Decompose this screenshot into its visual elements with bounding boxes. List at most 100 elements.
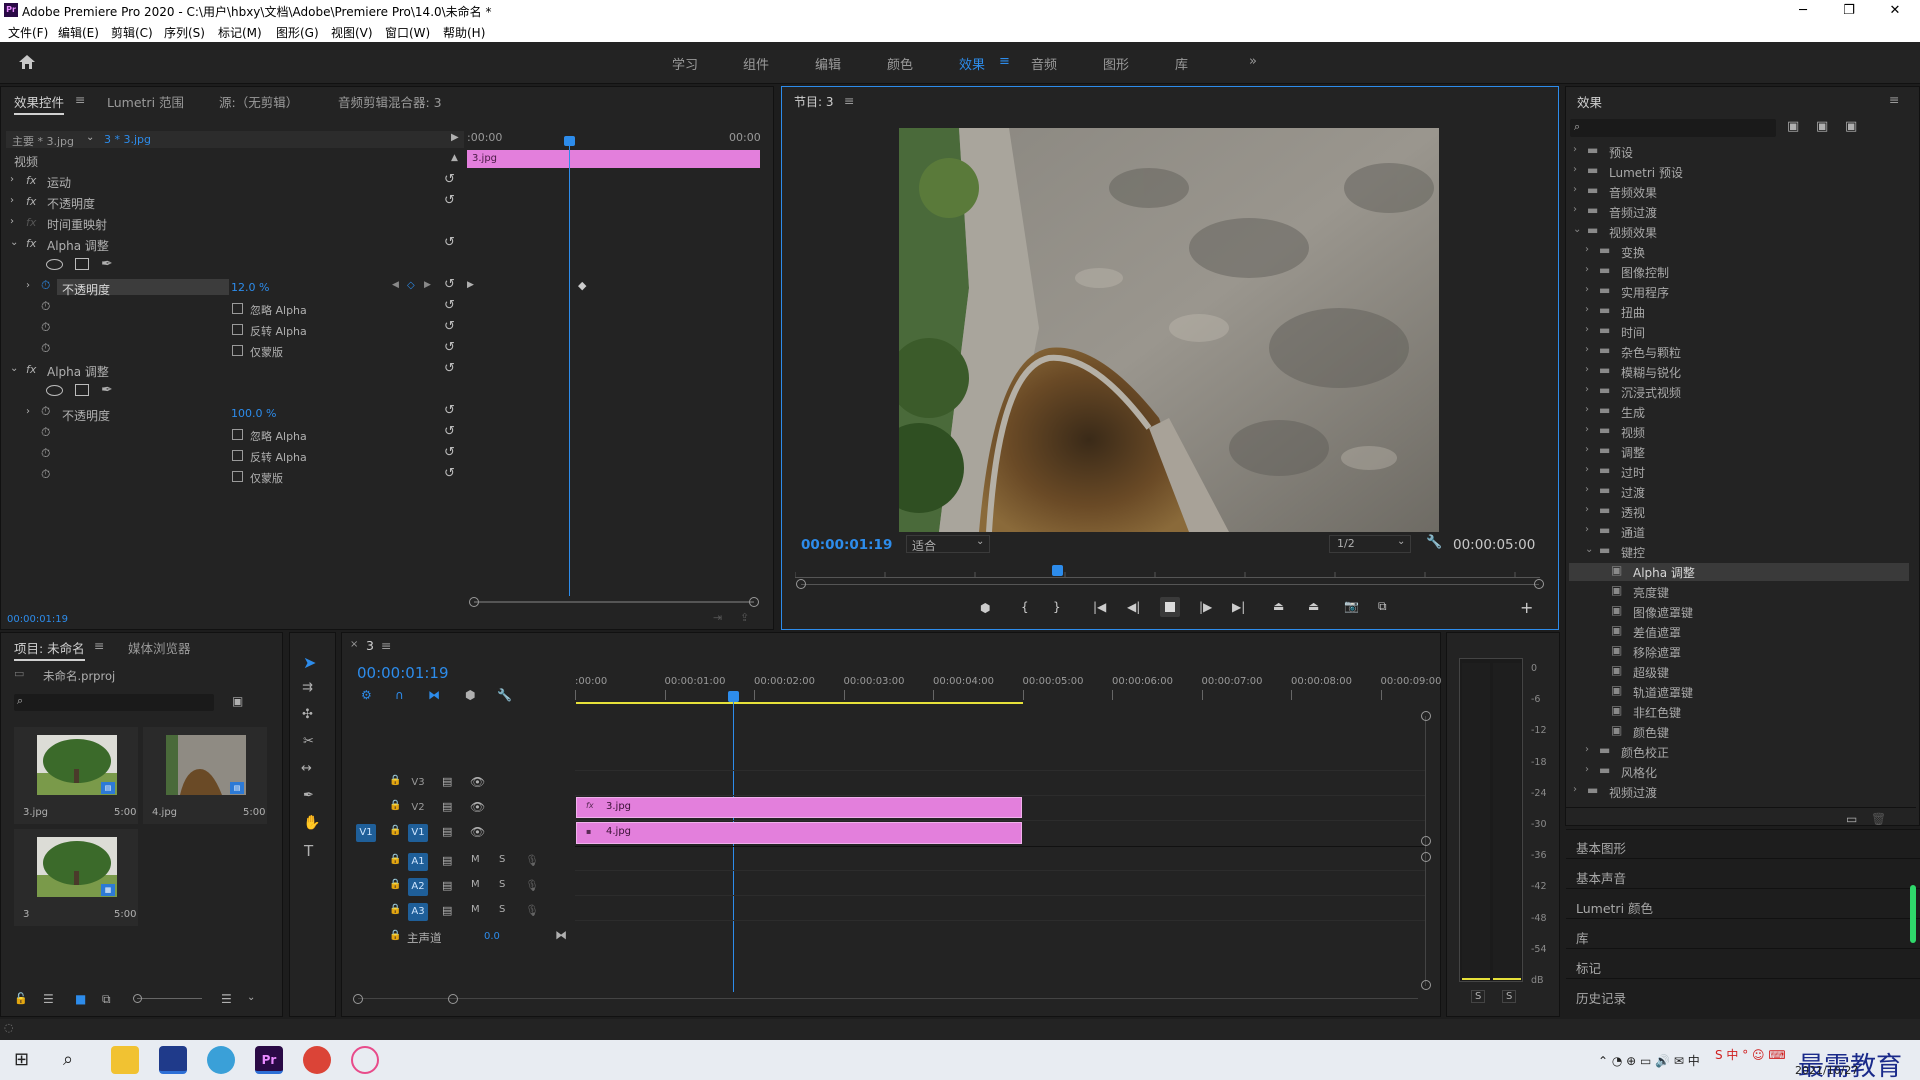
track-target-v2[interactable]: V2 bbox=[408, 799, 428, 817]
reset-icon[interactable]: ↺ bbox=[444, 446, 458, 460]
chevron-right-icon[interactable]: › bbox=[1585, 384, 1589, 395]
ec-clip-bar[interactable] bbox=[467, 150, 760, 168]
chevron-right-icon[interactable]: › bbox=[1585, 304, 1589, 315]
add-button-icon[interactable]: + bbox=[1520, 598, 1533, 617]
history-panel[interactable]: 历史记录 bbox=[1576, 988, 1626, 1007]
mask-only-checkbox[interactable] bbox=[232, 345, 243, 356]
chevron-right-icon[interactable]: › bbox=[1585, 404, 1589, 415]
nest-icon[interactable]: ⚙ bbox=[361, 688, 372, 702]
sort-icon[interactable]: ☰ bbox=[221, 992, 232, 1006]
opacity-1-value[interactable]: 12.0 % bbox=[231, 281, 269, 294]
stopwatch-icon[interactable]: ⏱ bbox=[41, 467, 50, 482]
chevron-right-icon[interactable]: › bbox=[1585, 444, 1589, 455]
browser-edge-icon[interactable] bbox=[207, 1046, 235, 1074]
chevron-right-icon[interactable]: › bbox=[1585, 504, 1589, 515]
solo-right-button[interactable]: S bbox=[1502, 990, 1517, 1003]
invert-alpha-2-checkbox[interactable] bbox=[232, 450, 243, 461]
ec-zoom-handle-left[interactable] bbox=[469, 597, 479, 607]
windows-start-icon[interactable]: ⊞ bbox=[14, 1049, 29, 1070]
stopwatch-icon[interactable]: ⏱ bbox=[41, 299, 50, 314]
linked-selection-icon[interactable]: ⧓ bbox=[428, 688, 440, 702]
collapse-icon[interactable]: ▲ bbox=[451, 153, 458, 163]
minimize-button[interactable]: ─ bbox=[1780, 0, 1826, 22]
lumetri-color-panel[interactable]: Lumetri 颜色 bbox=[1576, 898, 1653, 917]
new-bin-icon[interactable]: ▭ bbox=[1846, 812, 1857, 826]
dropdown-arrow-icon[interactable]: ⌄ bbox=[86, 132, 94, 143]
yuv-effects-icon[interactable]: ▣ bbox=[1845, 119, 1857, 134]
workspace-color[interactable]: 颜色 bbox=[887, 54, 913, 73]
track-eye-icon[interactable]: 👁 bbox=[470, 800, 485, 814]
ellipse-mask-icon[interactable] bbox=[46, 259, 63, 270]
collapse-alpha2-icon[interactable]: ⌄ bbox=[10, 363, 18, 374]
razor-tool-icon[interactable]: ✂ bbox=[303, 734, 314, 749]
chevron-down-icon[interactable]: ⌄ bbox=[247, 992, 255, 1003]
reset-motion-icon[interactable]: ↺ bbox=[444, 173, 458, 187]
workspace-editing[interactable]: 编辑 bbox=[815, 54, 841, 73]
effect-tree-item[interactable]: › ▬ 过时 bbox=[1569, 463, 1909, 481]
accelerated-effects-icon[interactable]: ▣ bbox=[1787, 119, 1799, 134]
workspace-assembly[interactable]: 组件 bbox=[743, 54, 769, 73]
mask-only-2-checkbox[interactable] bbox=[232, 471, 243, 482]
stopwatch-icon[interactable]: ⏱ bbox=[41, 341, 50, 356]
effect-tree-item[interactable]: › ▬ 过渡 bbox=[1569, 483, 1909, 501]
program-zoom-right[interactable] bbox=[1534, 579, 1544, 589]
opacity-2-value[interactable]: 100.0 % bbox=[231, 407, 276, 420]
selection-tool-icon[interactable]: ➤ bbox=[303, 653, 316, 672]
workspace-libraries[interactable]: 库 bbox=[1175, 54, 1188, 73]
rect-mask-icon[interactable] bbox=[75, 384, 89, 396]
reset-ignore-alpha-icon[interactable]: ↺ bbox=[444, 299, 458, 313]
snap-icon[interactable]: ∩ bbox=[395, 688, 404, 702]
menu-marker[interactable]: 标记(M) bbox=[218, 24, 262, 41]
keyframe-diamond[interactable]: ◆ bbox=[578, 279, 586, 292]
reset-icon[interactable]: ↺ bbox=[444, 425, 458, 439]
libraries-panel[interactable]: 库 bbox=[1576, 928, 1589, 947]
track-eye-icon[interactable]: 👁 bbox=[470, 775, 485, 789]
sync-lock-icon[interactable]: ▤ bbox=[442, 854, 452, 867]
icon-view-icon[interactable]: ■ bbox=[75, 992, 86, 1006]
reset-alpha2-icon[interactable]: ↺ bbox=[444, 362, 458, 376]
project-item[interactable]: ▤ 4.jpg 5:00 bbox=[143, 727, 267, 824]
voiceover-mic-icon[interactable]: 🎙 bbox=[525, 854, 539, 867]
comparison-view-icon[interactable]: ⧉ bbox=[1378, 599, 1387, 614]
ripple-edit-tool-icon[interactable]: ✣ bbox=[302, 707, 313, 722]
effect-tree-item[interactable]: ▣ 移除遮罩 bbox=[1569, 643, 1909, 661]
invert-alpha-checkbox[interactable] bbox=[232, 324, 243, 335]
track-lock-icon[interactable]: 🔒 bbox=[389, 775, 401, 786]
resolution-dropdown[interactable]: 1/2 ⌄ bbox=[1329, 535, 1411, 553]
program-title[interactable]: 节目: 3 bbox=[794, 93, 834, 110]
track-lock-icon[interactable]: 🔒 bbox=[389, 800, 401, 811]
prev-keyframe-icon[interactable]: ◀ bbox=[392, 280, 399, 290]
chevron-down-icon[interactable]: ⌄ bbox=[1585, 544, 1593, 555]
effect-tree-item[interactable]: › ▬ Lumetri 预设 bbox=[1569, 163, 1909, 181]
chevron-right-icon[interactable]: › bbox=[1585, 764, 1589, 775]
track-target-v1[interactable]: V1 bbox=[408, 824, 428, 842]
next-keyframe-icon[interactable]: ▶ bbox=[424, 280, 431, 290]
chevron-right-icon[interactable]: › bbox=[1585, 344, 1589, 355]
expand-motion-icon[interactable]: › bbox=[10, 174, 14, 185]
ec-playhead[interactable] bbox=[569, 140, 570, 596]
sequence-tab[interactable]: 3 bbox=[366, 638, 374, 653]
add-keyframe-icon[interactable]: ◇ bbox=[407, 280, 415, 291]
source-patch-v1[interactable]: V1 bbox=[356, 824, 376, 842]
menu-graphics[interactable]: 图形(G) bbox=[276, 24, 319, 41]
effect-tree-item[interactable]: › ▬ 通道 bbox=[1569, 523, 1909, 541]
reset-mask-only-icon[interactable]: ↺ bbox=[444, 341, 458, 355]
timeline-ruler[interactable]: :00:00 00:00:01:00 00:00:02:00 00:00:03:00 0… bbox=[575, 672, 1442, 704]
timeline-h-scroll[interactable] bbox=[358, 998, 1418, 999]
chevron-right-icon[interactable]: › bbox=[1585, 484, 1589, 495]
ec-zoom-handle-right[interactable] bbox=[749, 597, 759, 607]
effect-tree-item[interactable]: › ▬ 模糊与锐化 bbox=[1569, 363, 1909, 381]
menu-edit[interactable]: 编辑(E) bbox=[58, 24, 99, 41]
timeline-zoom-left[interactable] bbox=[353, 994, 363, 1004]
solo-button[interactable]: S bbox=[499, 879, 505, 890]
track-target-a1[interactable]: A1 bbox=[408, 853, 428, 871]
mark-out-icon[interactable]: } bbox=[1053, 600, 1061, 614]
lock-icon[interactable]: 🔓 bbox=[14, 992, 28, 1005]
pen-tool-icon[interactable]: ✒ bbox=[303, 788, 314, 803]
workspace-learn[interactable]: 学习 bbox=[672, 54, 698, 73]
chevron-right-icon[interactable]: › bbox=[1585, 524, 1589, 535]
effects-panel-title[interactable]: 效果 bbox=[1577, 92, 1602, 111]
workspace-graphics[interactable]: 图形 bbox=[1103, 54, 1129, 73]
expand-time-remap-icon[interactable]: › bbox=[10, 216, 14, 227]
chevron-right-icon[interactable]: › bbox=[1585, 364, 1589, 375]
